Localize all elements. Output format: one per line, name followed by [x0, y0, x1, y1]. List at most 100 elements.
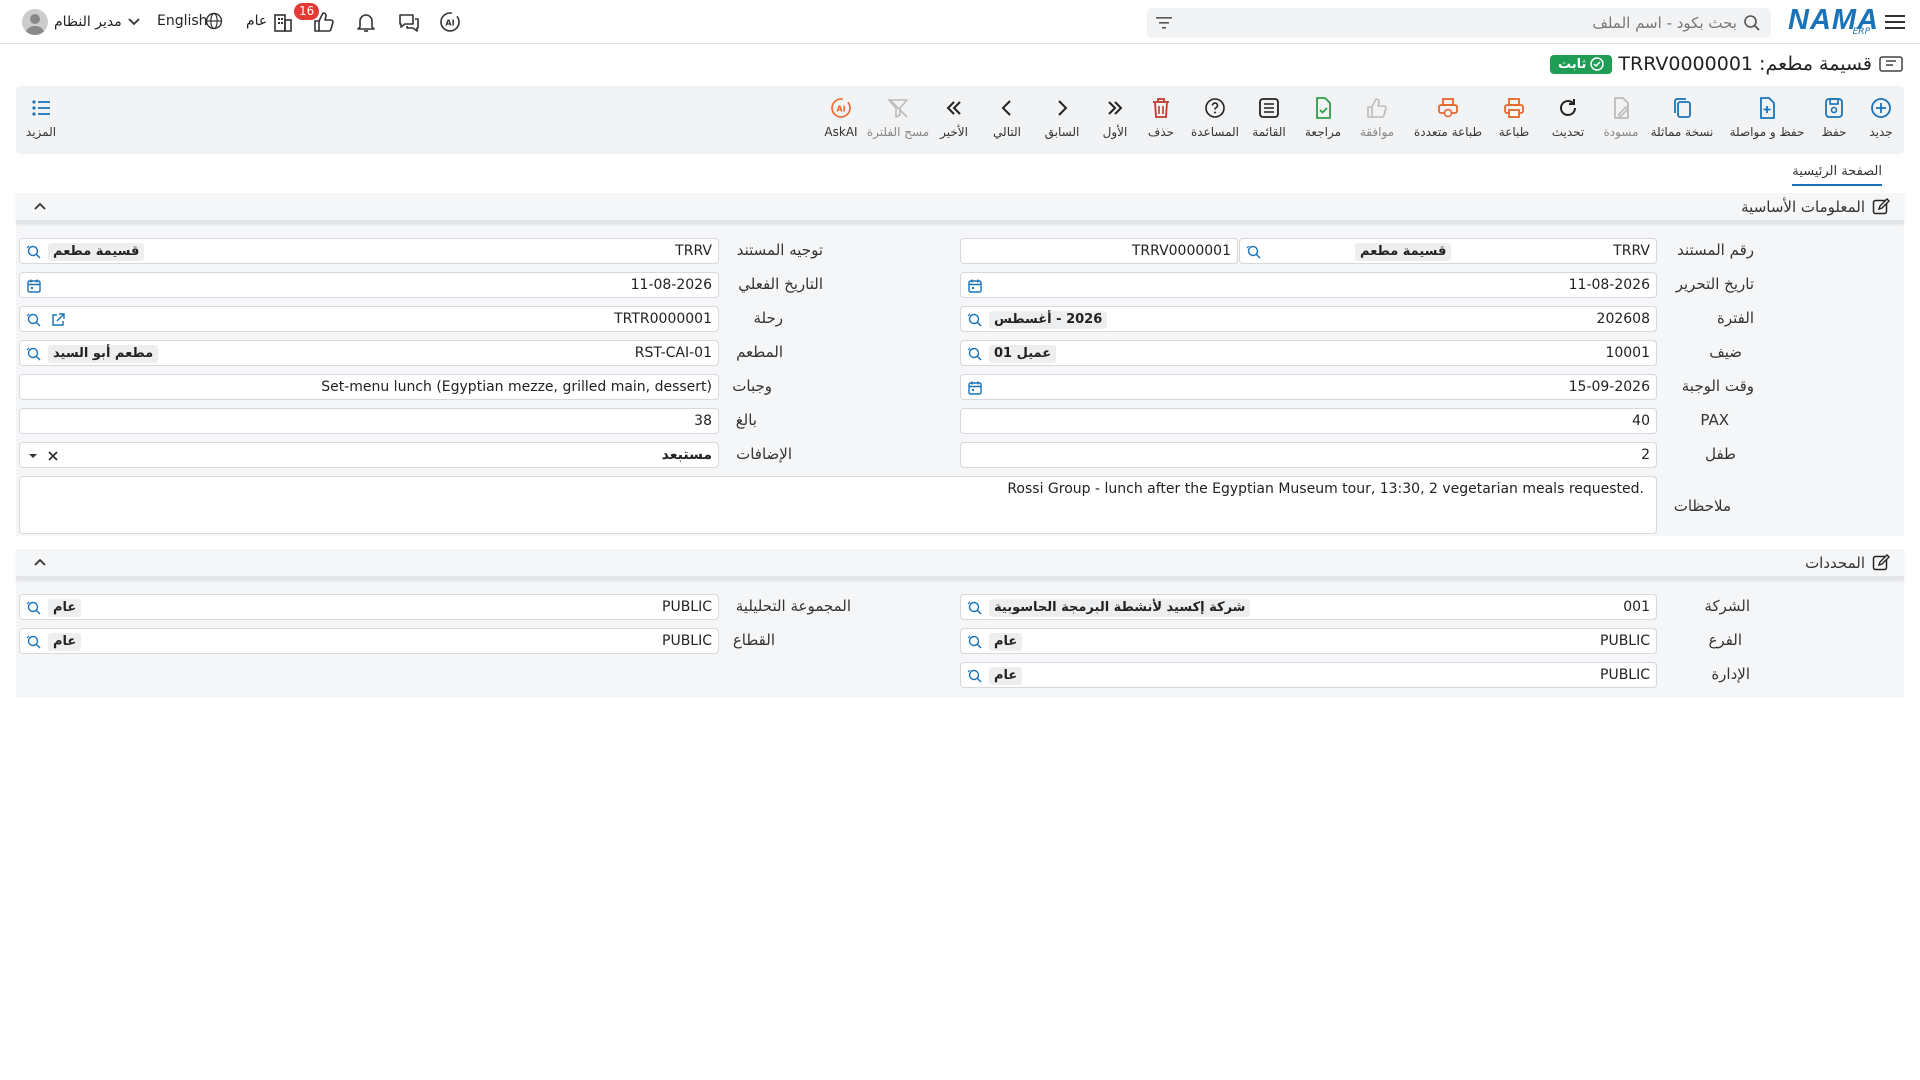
trash-icon [1149, 96, 1173, 120]
language-switch[interactable]: English [157, 13, 208, 29]
list-button[interactable]: القائمة [1238, 96, 1300, 139]
external-link-icon[interactable] [50, 312, 66, 328]
search-lookup-icon[interactable] [967, 312, 983, 328]
search-input[interactable] [1217, 12, 1737, 34]
chevron-down-icon[interactable] [128, 18, 140, 26]
doc-number-value-field[interactable]: TRRV0000001 [960, 238, 1238, 264]
search-lookup-icon[interactable] [26, 346, 42, 362]
calendar-icon[interactable] [967, 278, 983, 294]
clear-icon[interactable] [46, 449, 60, 463]
department-tag: عام [989, 667, 1023, 685]
status-label: ثابت [1558, 56, 1587, 72]
company-field[interactable]: 001 شركة إكسيد لأنشطة البرمجة الحاسوبية [960, 594, 1657, 620]
next-button[interactable]: التالي [976, 96, 1038, 139]
calendar-icon[interactable] [967, 380, 983, 396]
refresh-button[interactable]: تحديث [1537, 96, 1599, 139]
search-lookup-icon[interactable] [26, 600, 42, 616]
calendar-icon[interactable] [26, 278, 42, 294]
chevron-up-icon[interactable] [34, 558, 46, 566]
edit-icon [1872, 554, 1890, 572]
logo[interactable]: NAMA ERP [1788, 5, 1878, 37]
period-field[interactable]: 202608 2026 - أغسطس [960, 306, 1657, 332]
adult-field[interactable]: 38 [19, 408, 719, 434]
refresh-label: تحديث [1551, 125, 1585, 139]
search-lookup-icon[interactable] [1246, 244, 1262, 260]
previous-label: السابق [1044, 125, 1080, 139]
search-icon[interactable] [1743, 14, 1761, 32]
previous-button[interactable]: السابق [1031, 96, 1093, 139]
meal-time-label: وقت الوجبة [1681, 377, 1754, 395]
search-lookup-icon[interactable] [967, 668, 983, 684]
search-lookup-icon[interactable] [967, 346, 983, 362]
ai-icon[interactable]: AI [438, 10, 462, 34]
doc-number-prefix[interactable]: TRRV [1613, 243, 1650, 259]
bell-icon[interactable] [354, 10, 378, 34]
chevron-up-icon[interactable] [34, 202, 46, 210]
save-button[interactable]: حفظ [1803, 96, 1865, 139]
multi-printer-icon [1436, 96, 1460, 120]
save-icon [1822, 96, 1846, 120]
duplicate-label: نسخة مماثلة [1650, 125, 1714, 139]
search-lookup-icon[interactable] [26, 634, 42, 650]
meals-label: وجبات [732, 377, 772, 395]
help-button[interactable]: المساعدة [1184, 96, 1246, 139]
save-continue-button[interactable]: حفظ و مواصلة [1722, 96, 1812, 139]
draft-button[interactable]: مسودة [1590, 96, 1652, 139]
file-check-icon [1311, 96, 1335, 120]
meal-time-field[interactable]: 15-09-2026 [960, 374, 1657, 400]
delete-label: حذف [1147, 125, 1175, 139]
notes-textarea[interactable]: Rossi Group - lunch after the Egyptian M… [19, 476, 1657, 534]
search-lookup-icon[interactable] [26, 244, 42, 260]
ask-ai-label: AskAI [824, 125, 858, 139]
guest-field[interactable]: 10001 عميل 01 [960, 340, 1657, 366]
search-lookup-icon[interactable] [967, 600, 983, 616]
restaurant-field[interactable]: RST-CAI-01 مطعم أبو السيد [19, 340, 719, 366]
more-label: المزيد [25, 125, 57, 139]
approve-button[interactable]: موافقة [1346, 96, 1408, 139]
multi-print-button[interactable]: طباعة متعددة [1403, 96, 1493, 139]
user-name: مدير النظام [54, 14, 122, 30]
department-field[interactable]: PUBLIC عام [960, 662, 1657, 688]
review-button[interactable]: مراجعة [1292, 96, 1354, 139]
period-tag: 2026 - أغسطس [989, 311, 1108, 329]
analytic-group-tag: عام [48, 599, 82, 617]
user-menu[interactable]: مدير النظام [14, 8, 140, 36]
pax-value: 40 [1632, 413, 1650, 429]
meals-field[interactable]: Set-menu lunch (Egyptian mezze, grilled … [19, 374, 719, 400]
review-label: مراجعة [1304, 125, 1342, 139]
duplicate-button[interactable]: نسخة مماثلة [1642, 96, 1722, 139]
doc-direction-value: TRRV [675, 243, 712, 259]
first-button[interactable]: الأول [1084, 96, 1146, 139]
guest-value: 10001 [1605, 345, 1650, 361]
analytic-group-field[interactable]: PUBLIC عام [19, 594, 719, 620]
more-button[interactable]: المزيد [10, 96, 72, 139]
tab-main[interactable]: الصفحة الرئيسية [1792, 164, 1882, 186]
scope-label[interactable]: عام [246, 13, 267, 29]
sector-value: PUBLIC [662, 633, 712, 649]
child-value: 2 [1641, 447, 1650, 463]
menu-icon[interactable] [1884, 12, 1906, 32]
clear-filter-label: مسح الفلترة [866, 125, 930, 139]
doc-direction-field[interactable]: TRRV قسيمة مطعم [19, 238, 719, 264]
help-icon [1203, 96, 1227, 120]
search-lookup-icon[interactable] [967, 634, 983, 650]
branch-tag: عام [989, 633, 1023, 651]
search-lookup-icon[interactable] [26, 312, 42, 328]
doc-number-field: TRRV قسيمة مطعم [1239, 238, 1657, 264]
actual-date-field[interactable]: 11-08-2026 [19, 272, 719, 298]
branch-field[interactable]: PUBLIC عام [960, 628, 1657, 654]
edit-date-field[interactable]: 11-08-2026 [960, 272, 1657, 298]
sector-field[interactable]: PUBLIC عام [19, 628, 719, 654]
chat-icon[interactable] [397, 10, 421, 34]
trip-field[interactable]: TRTR0000001 [19, 306, 719, 332]
child-field[interactable]: 2 [960, 442, 1657, 468]
ask-ai-button[interactable]: AI AskAI [810, 96, 872, 139]
globe-icon[interactable] [205, 12, 223, 30]
extras-select[interactable]: مستبعد [19, 442, 719, 468]
doc-number-label: رقم المستند [1677, 241, 1754, 259]
caret-down-icon[interactable] [28, 453, 38, 459]
filter-icon[interactable] [1155, 15, 1173, 31]
pax-field[interactable]: 40 [960, 408, 1657, 434]
building-icon[interactable] [271, 10, 295, 34]
department-label: الإدارة [1711, 665, 1750, 683]
